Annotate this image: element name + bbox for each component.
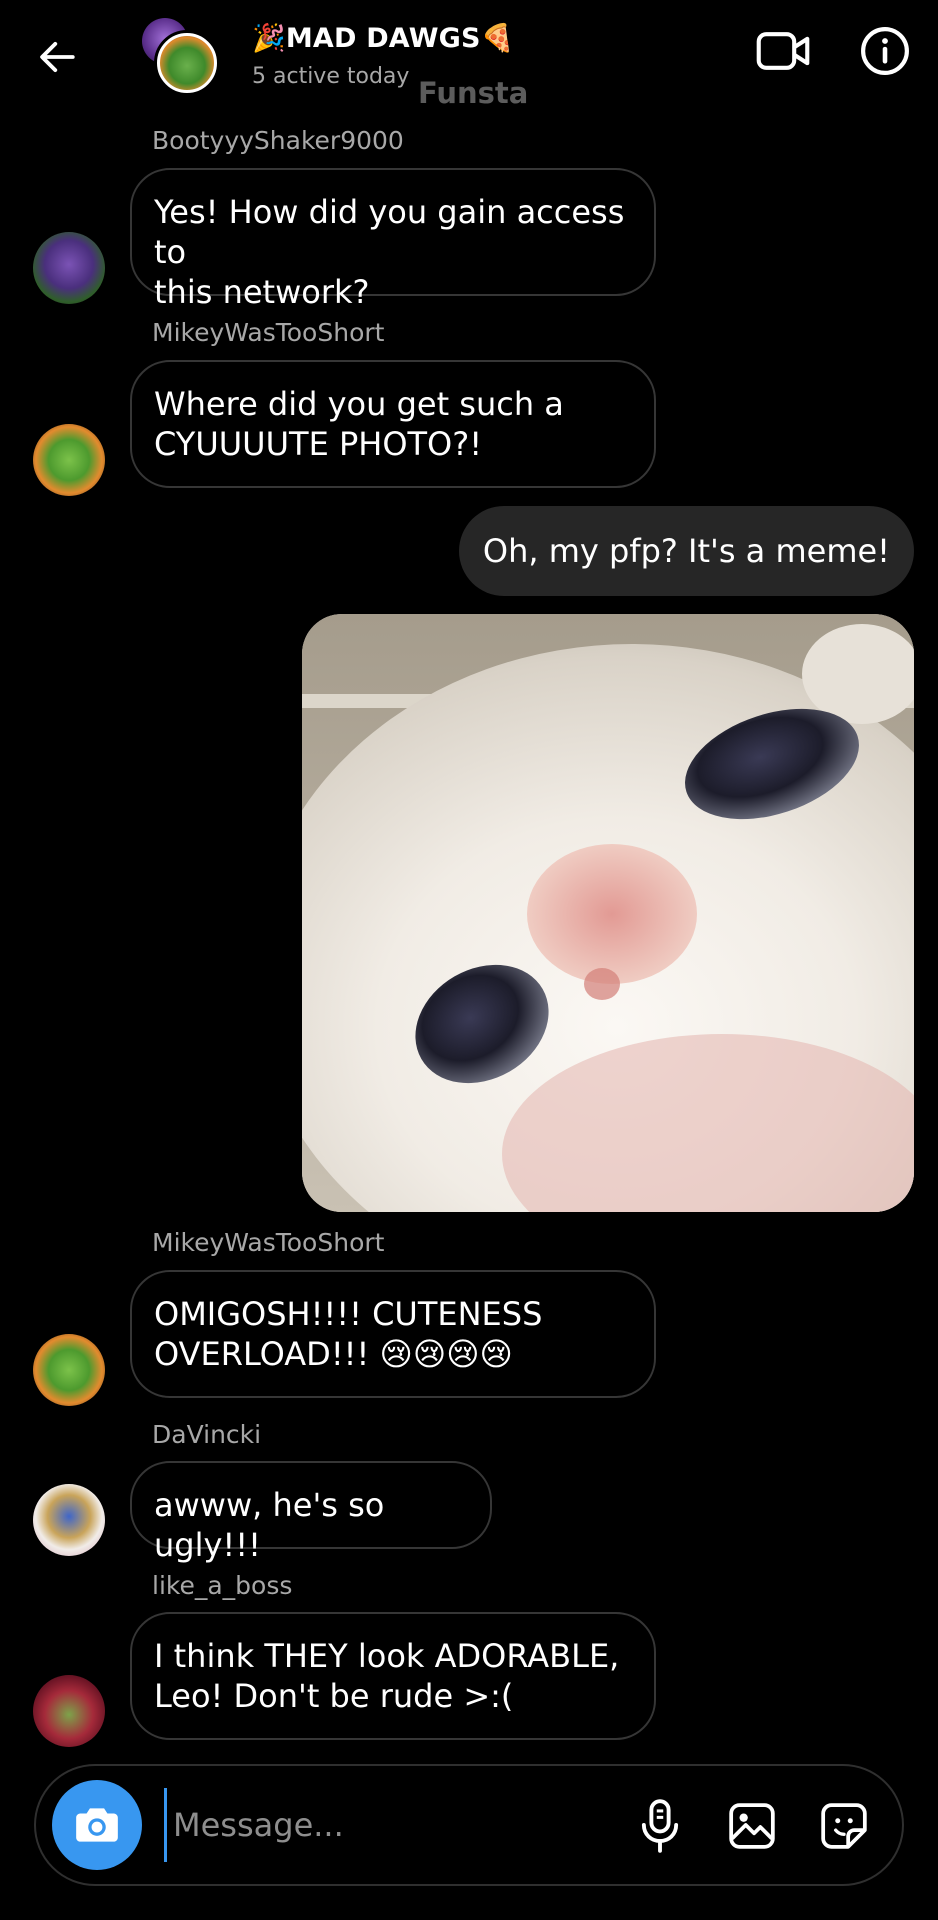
shared-cat-photo[interactable]: [302, 614, 914, 1212]
message-sender: DaVincki: [152, 1420, 262, 1449]
incoming-message-bubble[interactable]: I think THEY look ADORABLE, Leo! Don't b…: [130, 1612, 656, 1740]
microphone-icon: [641, 1799, 679, 1853]
member-avatar-front: [154, 30, 220, 96]
message-composer: [34, 1764, 904, 1886]
message-sender: like_a_boss: [152, 1571, 293, 1600]
active-status: 5 active today: [252, 64, 410, 89]
incoming-message-bubble[interactable]: awww, he's so ugly!!!: [130, 1461, 492, 1564]
voice-message-button[interactable]: [632, 1796, 688, 1856]
back-button[interactable]: [30, 30, 84, 84]
image-icon: [729, 1803, 775, 1849]
incoming-message-bubble[interactable]: Yes! How did you gain access to this net…: [130, 168, 656, 311]
sender-avatar[interactable]: [33, 1334, 105, 1406]
arrow-left-icon: [40, 41, 75, 73]
camera-icon: [76, 1808, 118, 1842]
group-title[interactable]: 🎉MAD DAWGS🍕: [252, 22, 515, 54]
sender-avatar[interactable]: [33, 424, 105, 496]
group-avatar[interactable]: [142, 18, 220, 96]
message-sender: MikeyWasTooShort: [152, 1228, 385, 1257]
sticker-icon: [821, 1803, 867, 1849]
sender-avatar[interactable]: [33, 232, 105, 304]
video-camera-icon: [756, 32, 810, 70]
info-button[interactable]: [858, 24, 912, 78]
message-sender: MikeyWasTooShort: [152, 318, 385, 347]
message-sender: BootyyyShaker9000: [152, 126, 404, 155]
message-input[interactable]: [164, 1788, 613, 1862]
gallery-button[interactable]: [724, 1796, 780, 1856]
funsta-watermark: Funsta: [418, 76, 529, 110]
video-call-button[interactable]: [754, 24, 812, 78]
sticker-button[interactable]: [816, 1796, 872, 1856]
sender-avatar[interactable]: [33, 1484, 105, 1556]
cat-photo-image: [302, 614, 914, 1212]
outgoing-message-bubble[interactable]: Oh, my pfp? It's a meme!: [458, 506, 914, 596]
chat-header: 🎉MAD DAWGS🍕 5 active today Funsta: [0, 0, 938, 130]
incoming-message-bubble[interactable]: Where did you get such a CYUUUUTE PHOTO?…: [130, 360, 656, 488]
incoming-message-bubble[interactable]: OMIGOSH!!!! CUTENESS OVERLOAD!!! 😢😢😢😢: [130, 1270, 656, 1398]
info-circle-icon: [861, 27, 909, 75]
camera-button[interactable]: [52, 1780, 142, 1870]
sender-avatar[interactable]: [33, 1675, 105, 1747]
